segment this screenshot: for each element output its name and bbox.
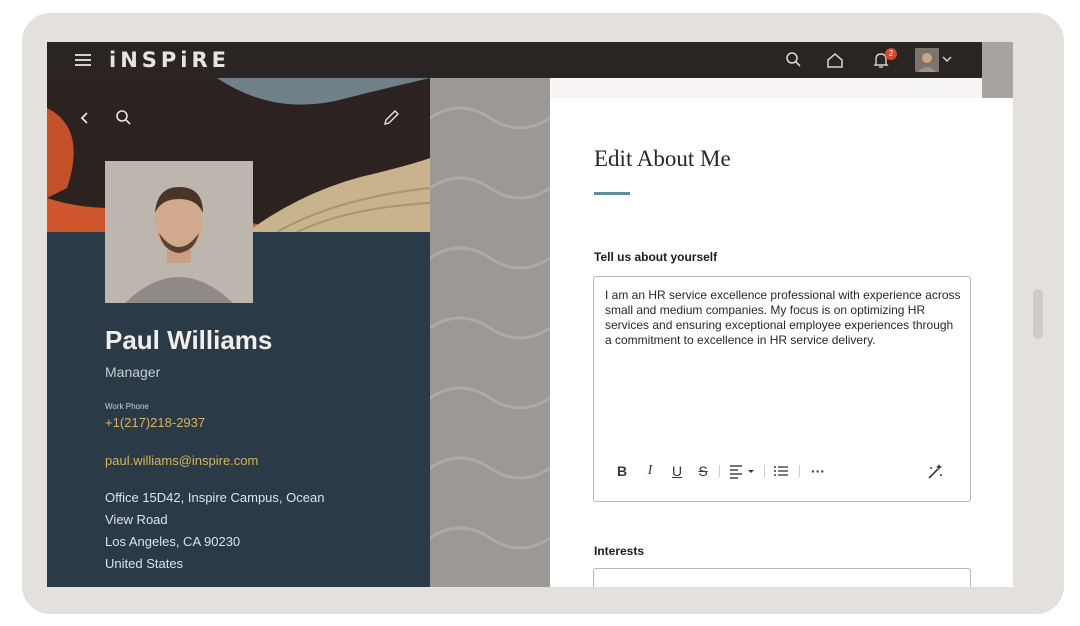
address-line: United States [105,556,184,571]
scroll-strip [982,42,1013,98]
app-logo[interactable]: iNSPiRE [109,48,230,72]
profile-photo [105,161,253,303]
back-chevron-icon[interactable] [77,110,93,131]
chevron-down-icon[interactable] [940,52,954,66]
toolbar-separator [719,465,720,477]
tablet-home-button [1033,289,1043,339]
notification-count-badge: 2 [885,48,897,60]
title-underline [594,192,630,195]
profile-name: Paul Williams [105,325,273,355]
address-line: Los Angeles, CA 90230 [105,534,241,549]
address-line: View Road [105,512,168,527]
strikethrough-button[interactable]: S [695,460,711,482]
bullet-list-icon[interactable] [772,460,790,482]
align-left-icon[interactable] [728,460,744,482]
home-icon[interactable] [825,50,845,70]
hamburger-menu-icon[interactable] [75,54,91,66]
more-options-button[interactable]: ··· [807,460,829,482]
edit-pencil-icon[interactable] [381,108,401,133]
email-link[interactable]: paul.williams@inspire.com [105,453,258,468]
user-avatar[interactable] [915,48,939,72]
interests-label: Interests [594,544,645,558]
work-phone-link[interactable]: +1(217)218-2937 [105,415,205,430]
top-bar: iNSPiRE 2 [47,42,1013,78]
app-screen: iNSPiRE 2 Paul Williams Manager Work Pho… [47,42,1013,587]
panel-title: Edit About Me [594,146,731,171]
toolbar-separator [764,465,765,477]
editor-toolbar: B I U S ··· [614,460,954,482]
decorative-pattern [429,78,551,587]
address-line: Office 15D42, Inspire Campus, Ocean [105,490,325,505]
underline-button[interactable]: U [669,460,685,482]
align-dropdown-caret-icon[interactable] [746,460,756,482]
bold-button[interactable]: B [614,460,630,482]
work-phone-label: Work Phone [105,402,149,411]
interests-input[interactable] [593,568,971,587]
ai-magic-wand-icon[interactable] [926,460,944,482]
about-label: Tell us about yourself [594,250,718,264]
about-rich-text-editor[interactable]: I am an HR service excellence profession… [593,276,971,502]
toolbar-separator [799,465,800,477]
italic-button[interactable]: I [642,460,658,482]
profile-search-icon[interactable] [115,109,133,132]
search-icon[interactable] [784,50,804,70]
profile-role: Manager [105,364,161,380]
about-text[interactable]: I am an HR service excellence profession… [605,288,961,348]
edit-about-me-panel: Edit About Me Tell us about yourself I a… [550,98,1013,587]
